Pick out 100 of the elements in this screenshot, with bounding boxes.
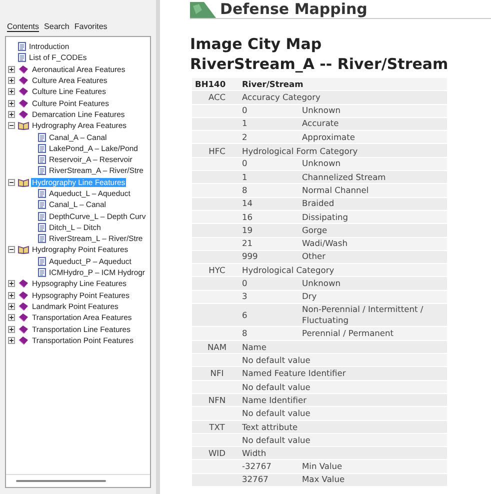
book-icon [18,110,29,119]
open-book-icon [18,245,29,254]
table-cell-text: 0 [242,105,248,116]
collapse-icon[interactable] [8,122,15,130]
book-icon [18,324,29,334]
page-icon [38,132,46,142]
book-icon [18,64,29,74]
table-cell-text: NFI [209,368,225,378]
page-title: Image City Map [190,35,323,53]
table-cell-text: 16 [242,212,254,223]
page-icon [38,166,46,176]
page-icon [38,234,46,244]
expand-icon[interactable] [8,77,15,84]
table-cell-text: BH140 [194,79,227,90]
table-cell-text: No default value [242,434,312,445]
book-icon [18,302,29,311]
table-cell-text: Dissipating [302,212,350,223]
table-cell-text: 21 [242,238,254,250]
page-icon [38,189,46,198]
table-cell-text: Named Feature Identifier [242,368,347,378]
table-cell-text: NAM [206,342,228,352]
open-book-icon [18,121,29,130]
book-icon [18,336,29,345]
table-cell-text: Name Identifier [242,395,308,406]
table-cell-text: 0 [242,278,248,290]
table-cell-text: 3 [242,291,248,302]
table-cell-text: Other [302,251,327,263]
nav-tab[interactable]: Favorites [74,22,108,32]
table-cell-text: Width [242,448,268,458]
table-cell-text: 8 [242,184,248,196]
expand-icon[interactable] [8,66,15,73]
table-cell-text: Accuracy Category [242,92,322,102]
table-cell-text: Approximate [302,132,356,143]
page-icon [38,200,46,210]
table-cell-text: Channelized Stream [302,172,387,183]
page-icon [38,155,46,164]
page-icon [38,256,46,266]
table-cell-text: No default value [242,408,312,418]
table-cell-text: Unknown [302,278,342,290]
table-cell-text: Min Value [302,460,344,472]
table-cell-text: 32767 [242,474,270,486]
banner-title: Defense Mapping [220,1,368,18]
table-cell-text: 19 [242,224,254,236]
expand-icon[interactable] [8,88,15,96]
table-cell-text: No default value [242,355,312,366]
table-cell-text: Unknown [302,158,342,170]
table-cell-text: Accurate [302,118,340,130]
table-cell-text: Unknown [302,105,342,116]
table-cell-text: 8 [242,328,248,340]
table-cell-text: 999 [242,251,259,263]
expand-icon[interactable] [8,110,15,118]
table-cell-text: Non-Perennial / Intermittent / Fluctuating [302,304,424,326]
page-icon [18,53,26,62]
nav-tab[interactable]: Contents [7,22,40,32]
book-icon [18,98,29,108]
expand-icon[interactable] [8,336,15,344]
book-icon [18,279,29,288]
table-cell-text: River/Stream [242,79,304,90]
table-cell-text: WID [207,448,227,458]
book-icon [18,76,29,86]
page-icon [38,268,46,278]
table-cell-text: Text attribute [242,422,299,432]
table-cell-text: 1 [242,118,248,130]
table-cell-text: TXT [208,422,226,432]
table-cell-text: 6 [242,310,248,321]
page-icon [38,212,46,221]
nav-tab[interactable]: Search [44,22,70,32]
table-cell-text: Hydrological Form Category [242,146,359,156]
collapse-icon[interactable] [8,178,15,186]
table-cell-text: 1 [242,172,248,183]
table-cell-text: Name [242,342,268,352]
table-cell-text: No default value [242,382,312,392]
table-cell-text: -32767 [242,460,272,472]
open-book-icon [18,178,29,187]
expand-icon[interactable] [8,314,15,322]
table-cell-text: Hydrological Category [242,265,336,276]
book-icon [18,313,29,322]
table-cell-text: HFC [208,146,226,156]
expand-icon[interactable] [8,302,15,310]
table-cell-text: Braided [302,198,336,210]
collapse-icon[interactable] [8,246,15,254]
table-cell-text: Gorge [302,224,328,236]
table-cell-text: Normal Channel [302,184,370,196]
table-cell-text: Dry [302,291,318,302]
page-icon [18,42,26,52]
expand-icon[interactable] [8,326,15,333]
table-cell-text: ACC [207,92,227,102]
table-cell-text: 14 [242,198,254,210]
table-cell-text: 2 [242,132,248,143]
book-icon [18,87,29,96]
expand-icon[interactable] [8,292,15,299]
page-icon [38,144,46,153]
table-cell-text: Perennial / Permanent [302,328,395,340]
book-icon [18,290,29,300]
table-cell-text: NFN [207,395,227,406]
expand-icon[interactable] [8,280,15,288]
table-cell-text: Wadi/Wash [302,238,348,250]
logo-icon [190,2,216,18]
table-cell-text: HYC [208,265,226,276]
expand-icon[interactable] [8,100,15,107]
